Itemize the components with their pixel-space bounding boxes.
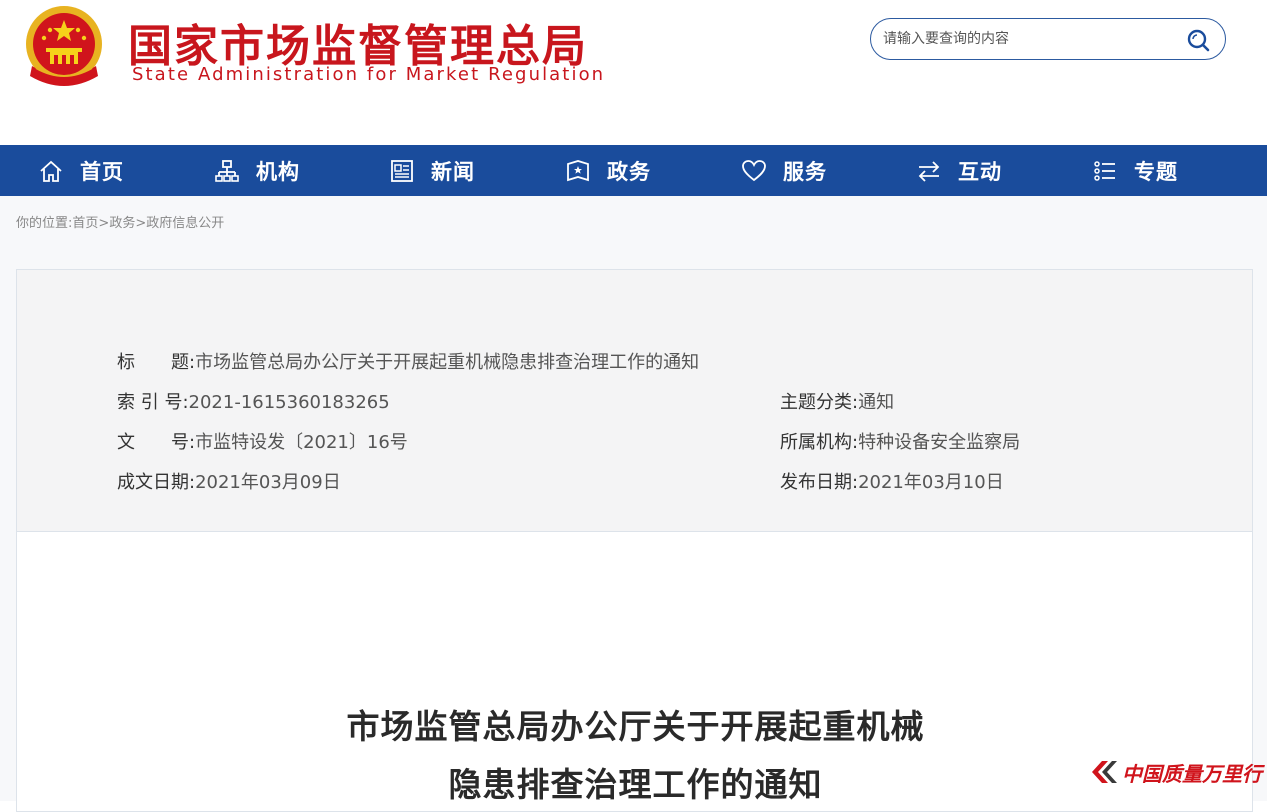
- home-icon: [40, 160, 62, 182]
- nav-label: 首页: [80, 159, 124, 184]
- nav-item-interact[interactable]: 互动: [916, 145, 1002, 196]
- meta-written-value: 2021年03月09日: [195, 472, 341, 493]
- meta-agency-value: 特种设备安全监察局: [858, 432, 1021, 453]
- newspaper-icon: [391, 159, 413, 182]
- meta-index-row: 索 引 号:2021-1615360183265: [117, 388, 390, 414]
- main-nav: 首页 机构 新闻 政务 服务 互动 专题: [0, 145, 1267, 196]
- meta-index-label: 索 引 号:: [117, 392, 189, 413]
- nav-item-service[interactable]: 服务: [741, 145, 827, 196]
- government-icon: [567, 159, 589, 181]
- meta-written-label: 成文日期:: [117, 472, 196, 493]
- watermark-text: 中国质量万里行: [1122, 761, 1262, 786]
- nav-label: 专题: [1134, 159, 1178, 184]
- site-header: 国家市场监督管理总局 State Administration for Mark…: [0, 0, 1267, 145]
- national-emblem-icon[interactable]: [22, 4, 106, 94]
- nav-item-topic[interactable]: 专题: [1092, 145, 1178, 196]
- org-chart-icon: [215, 159, 239, 182]
- document-title-line1: 市场监管总局办公厅关于开展起重机械: [346, 707, 925, 746]
- meta-docno-label: 文 号:: [117, 432, 196, 453]
- meta-title-label: 标 题:: [117, 352, 196, 373]
- nav-label: 新闻: [431, 159, 475, 184]
- nav-label: 互动: [958, 159, 1002, 184]
- meta-category-row: 主题分类:通知: [780, 388, 894, 414]
- meta-published-label: 发布日期:: [780, 472, 859, 493]
- meta-agency-label: 所属机构:: [780, 432, 859, 453]
- breadcrumb-separator: >: [135, 216, 147, 231]
- heart-icon: [742, 159, 766, 181]
- meta-index-value: 2021-1615360183265: [188, 392, 390, 413]
- watermark: 中国质量万里行: [1088, 757, 1262, 787]
- meta-title-value: 市场监管总局办公厅关于开展起重机械隐患排查治理工作的通知: [195, 352, 700, 373]
- meta-written-row: 成文日期:2021年03月09日: [117, 468, 341, 494]
- meta-category-label: 主题分类:: [780, 392, 859, 413]
- breadcrumb-item-government[interactable]: 政务: [109, 216, 135, 231]
- document-meta-panel: 标 题:市场监管总局办公厅关于开展起重机械隐患排查治理工作的通知 索 引 号:2…: [16, 269, 1253, 532]
- nav-item-org[interactable]: 机构: [214, 145, 300, 196]
- exchange-icon: [918, 160, 940, 182]
- nav-item-home[interactable]: 首页: [38, 145, 124, 196]
- search-box: [870, 18, 1226, 60]
- meta-docno-value: 市监特设发〔2021〕16号: [195, 432, 408, 453]
- site-title-en[interactable]: State Administration for Market Regulati…: [132, 64, 605, 85]
- breadcrumb: 你的位置:首页>政务>政府信息公开: [16, 212, 224, 231]
- meta-published-value: 2021年03月10日: [858, 472, 1004, 493]
- breadcrumb-separator: >: [98, 216, 110, 231]
- topic-list-icon: [1094, 160, 1115, 181]
- nav-label: 服务: [783, 159, 827, 184]
- breadcrumb-item-info-disclosure[interactable]: 政府信息公开: [146, 216, 224, 231]
- breadcrumb-item-home[interactable]: 首页: [72, 216, 98, 231]
- nav-label: 政务: [607, 159, 651, 184]
- meta-published-row: 发布日期:2021年03月10日: [780, 468, 1004, 494]
- meta-docno-row: 文 号:市监特设发〔2021〕16号: [117, 428, 408, 454]
- document-content: 市场监管总局办公厅关于开展起重机械 隐患排查治理工作的通知: [16, 532, 1253, 812]
- watermark-logo-icon: [1092, 761, 1117, 783]
- meta-title-row: 标 题:市场监管总局办公厅关于开展起重机械隐患排查治理工作的通知: [117, 348, 699, 374]
- nav-item-news[interactable]: 新闻: [389, 145, 475, 196]
- meta-category-value: 通知: [858, 392, 895, 413]
- nav-item-government[interactable]: 政务: [565, 145, 651, 196]
- document-title-line2: 隐患排查治理工作的通知: [448, 765, 823, 804]
- nav-label: 机构: [256, 159, 300, 184]
- breadcrumb-prefix: 你的位置:: [16, 216, 73, 231]
- search-icon[interactable]: [1185, 27, 1211, 53]
- meta-agency-row: 所属机构:特种设备安全监察局: [780, 428, 1020, 454]
- search-input[interactable]: [883, 28, 1173, 50]
